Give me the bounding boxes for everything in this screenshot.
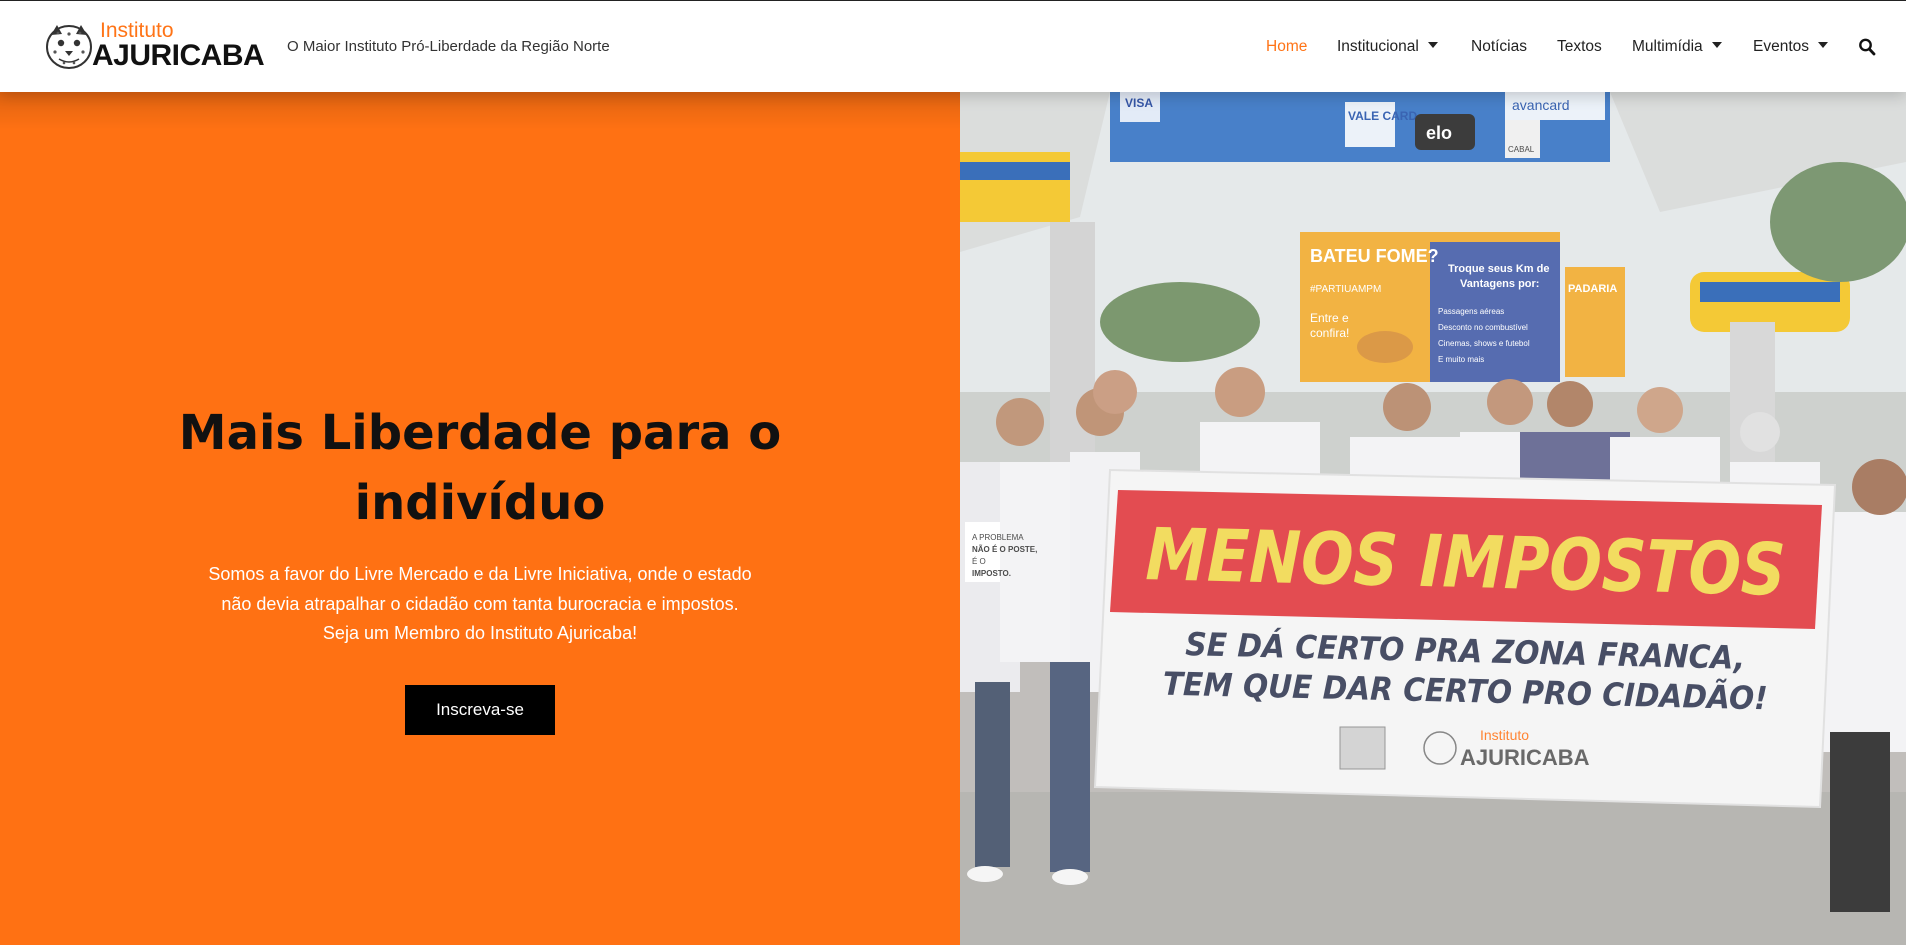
nav-label-textos: Textos [1557,38,1602,55]
nav-label-multimidia: Multimídia [1632,38,1703,55]
nav-item-multimidia[interactable]: Multimídia [1632,37,1722,57]
hero-title: Mais Liberdade para o indivíduo [178,405,782,531]
hero-text-line: Somos a favor do Livre Mercado e da Livr… [208,564,752,584]
nav-label-institucional: Institucional [1337,38,1419,55]
chevron-down-icon [1427,42,1438,48]
hero-text-line: não devia atrapalhar o cidadão com tanta… [221,593,739,614]
nav-item-institucional[interactable]: Institucional [1337,37,1438,57]
chevron-down-icon [1818,42,1829,48]
nav-item-eventos[interactable]: Eventos [1753,37,1829,57]
search-icon [1859,38,1876,56]
subscribe-button[interactable]: Inscreva-se [405,685,555,735]
nav-item-textos[interactable]: Textos [1557,37,1602,57]
hero-photo: VISA VALE CARD elo CABAL avancard BATEU … [960,92,1906,945]
nav-label-home: Home [1266,38,1308,55]
main-nav: Home Institucional Notícias Textos Multi… [0,37,1906,59]
search-button[interactable] [1858,37,1876,57]
nav-label-eventos: Eventos [1753,38,1810,55]
hero-section: Mais Liberdade para o indivíduo Somos a … [0,92,960,945]
protest-photo-illustration: VISA VALE CARD elo CABAL avancard BATEU … [960,92,1906,945]
nav-item-home[interactable]: Home [1266,37,1307,57]
hero-text-line: Seja um Membro do Instituto Ajuricaba! [322,623,638,643]
chevron-down-icon [1711,42,1722,48]
site-header: Instituto AJURICABA O Maior Instituto Pr… [0,0,1906,92]
nav-item-noticias[interactable]: Notícias [1471,37,1527,57]
nav-label-noticias: Notícias [1471,38,1527,55]
hero-description: Somos a favor do Livre Mercado e da Livr… [180,560,780,649]
